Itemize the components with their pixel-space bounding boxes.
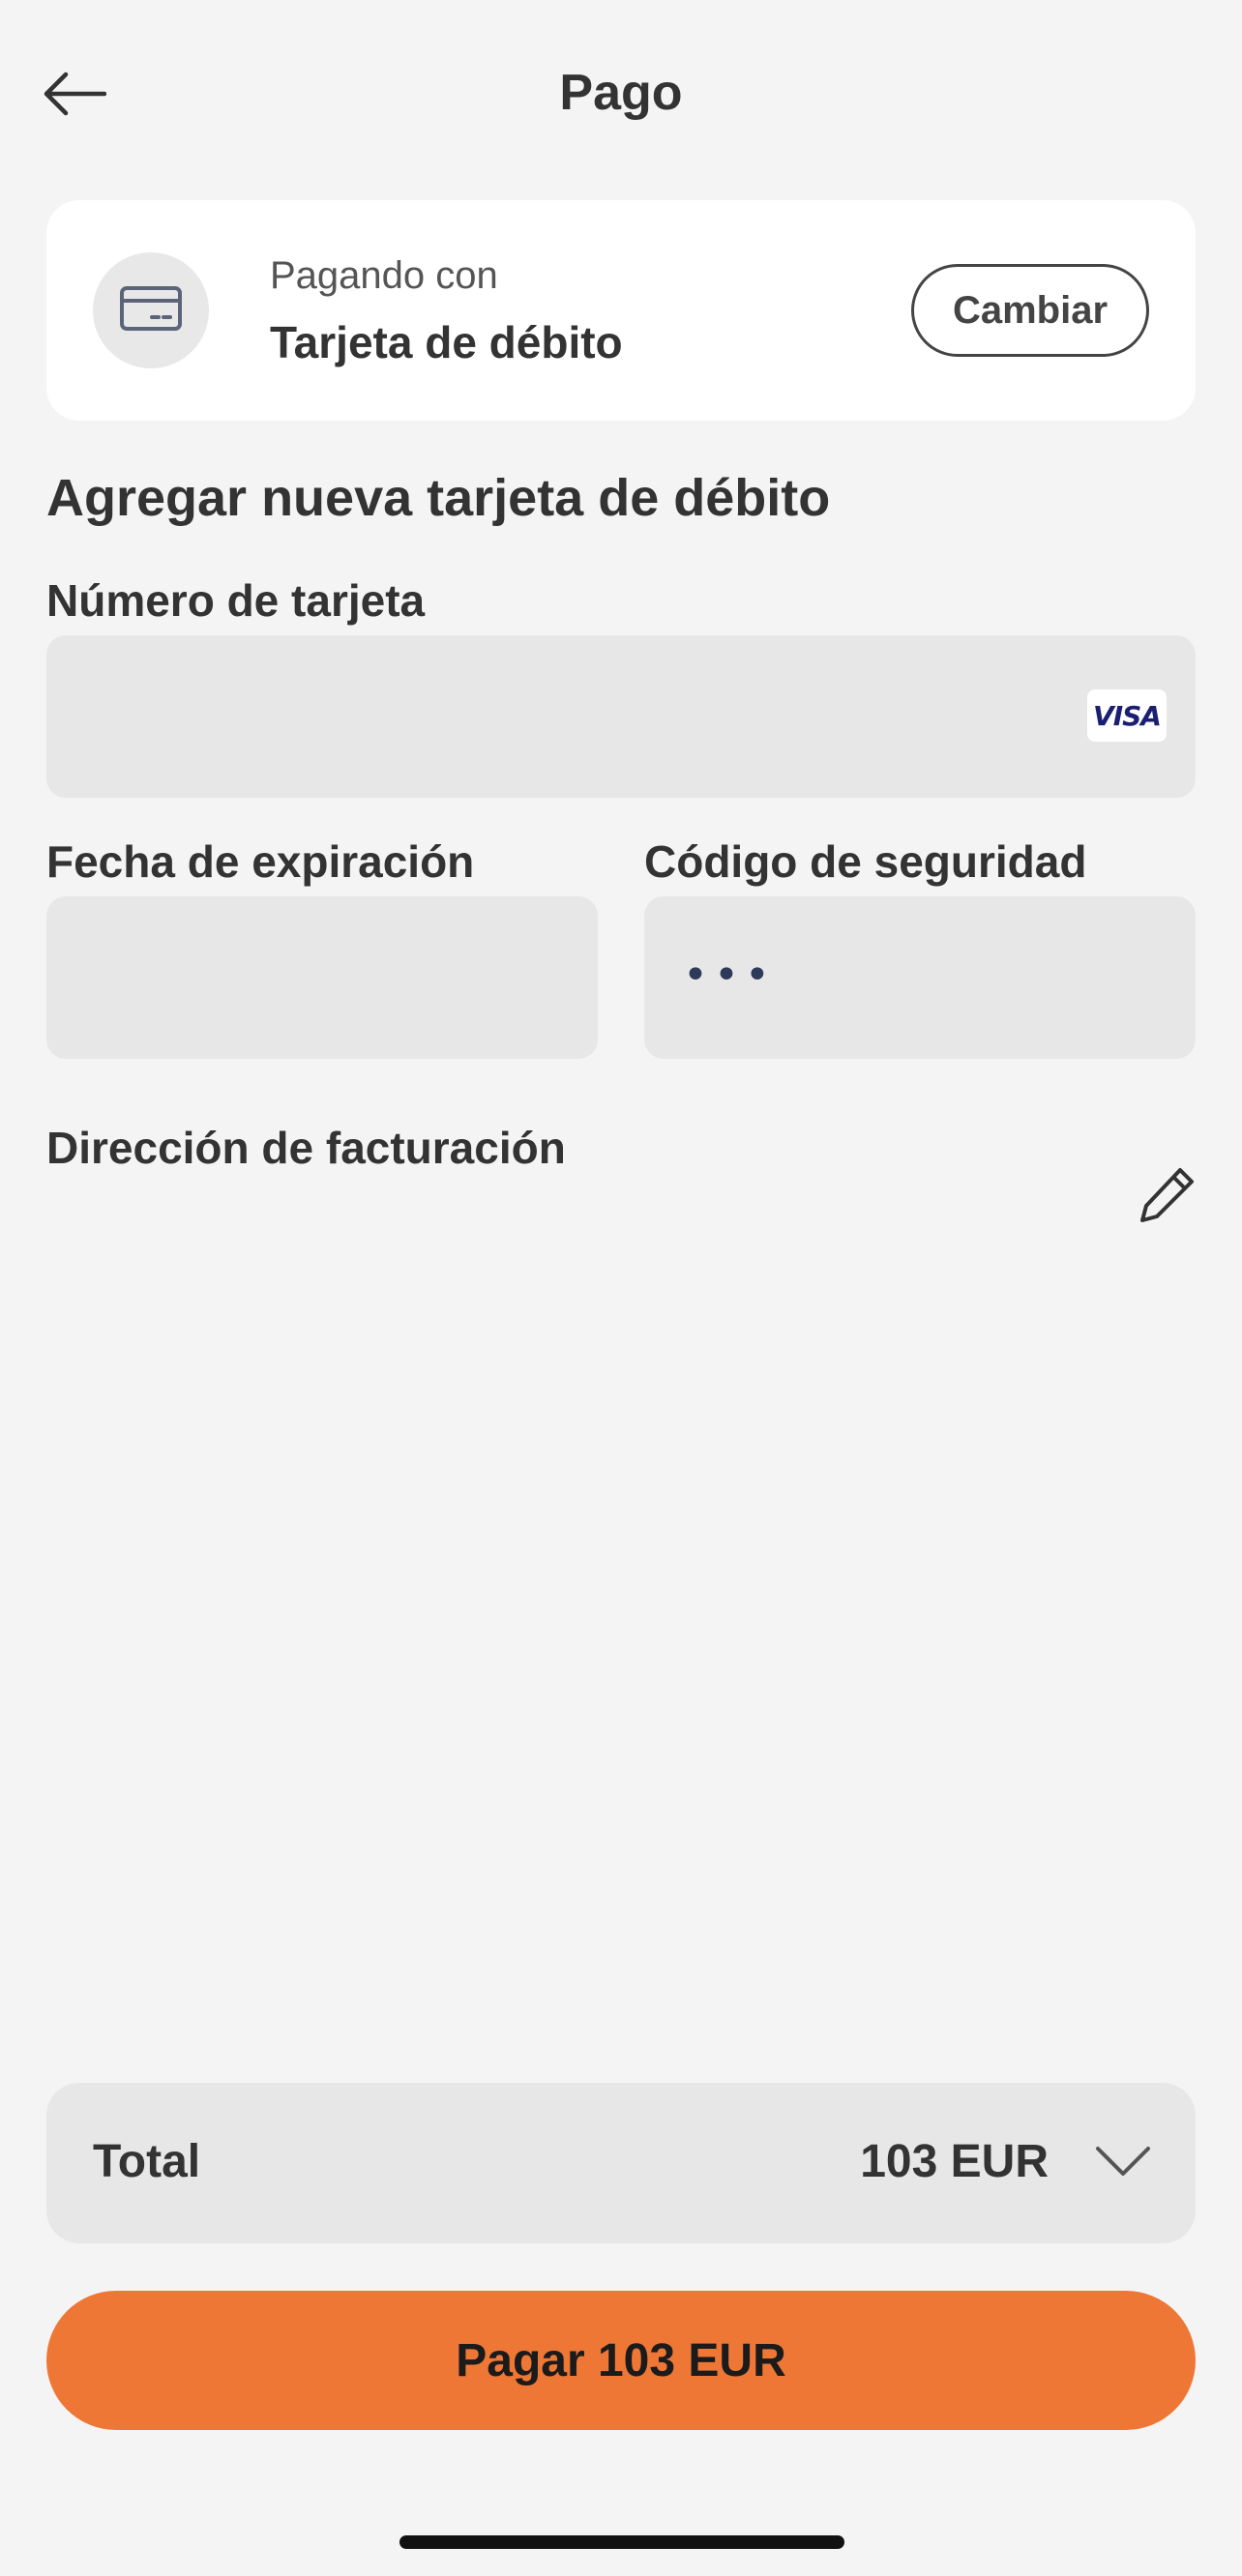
security-code-label: Código de seguridad (644, 836, 1087, 887)
payment-method-subtitle: Pagando con (270, 254, 498, 297)
chevron-down-icon (1095, 2145, 1151, 2182)
edit-billing-address-button[interactable] (1134, 1164, 1199, 1230)
security-code-input[interactable]: ••• (644, 896, 1196, 1059)
add-card-section-title: Agregar nueva tarjeta de débito (46, 469, 831, 527)
billing-address-label: Dirección de facturación (46, 1123, 566, 1173)
card-number-label: Número de tarjeta (46, 575, 426, 626)
payment-method-icon-circle (93, 252, 209, 368)
visa-logo-icon: VISA (1087, 689, 1167, 742)
change-payment-method-button[interactable]: Cambiar (911, 264, 1149, 357)
expiration-date-label: Fecha de expiración (46, 836, 475, 887)
credit-card-icon (119, 285, 183, 337)
pay-button[interactable]: Pagar 103 EUR (46, 2291, 1196, 2430)
page-title: Pago (559, 65, 683, 121)
payment-method-name: Tarjeta de débito (270, 317, 623, 367)
payment-screen: Pago Pagando con Tarjeta de débito Cambi… (0, 0, 1242, 2576)
total-amount: 103 EUR (860, 2136, 1049, 2187)
order-total-bar[interactable]: Total 103 EUR (46, 2083, 1196, 2243)
expiration-date-input[interactable] (46, 896, 598, 1059)
home-indicator (399, 2535, 844, 2549)
pencil-icon (1138, 1166, 1196, 1229)
security-code-value: ••• (683, 951, 776, 1000)
payment-method-card: Pagando con Tarjeta de débito Cambiar (46, 200, 1196, 421)
expand-total-button[interactable] (1089, 2131, 1157, 2195)
total-label: Total (93, 2136, 201, 2187)
card-number-input[interactable]: VISA (46, 635, 1196, 798)
